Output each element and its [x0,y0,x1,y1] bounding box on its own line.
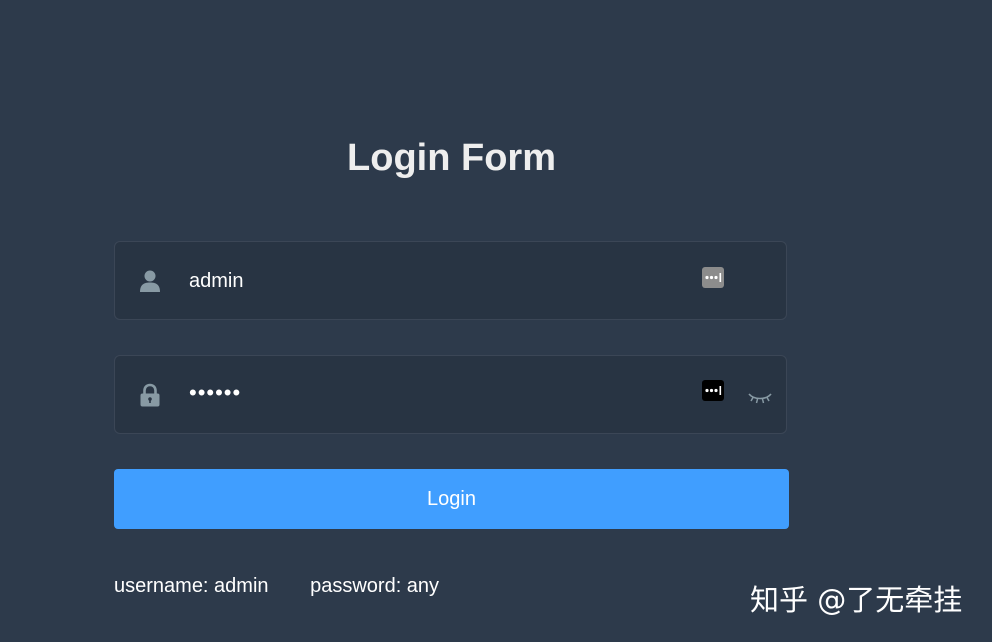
password-tip: password: any [310,575,440,597]
password-field[interactable]: •••••• [114,355,787,434]
password-manager-icon[interactable] [702,380,724,401]
username-tip: username: admin [114,575,269,597]
username-field[interactable] [114,241,787,320]
page-title: Login Form [347,137,556,179]
lock-icon [139,383,161,407]
password-input[interactable]: •••••• [189,380,689,406]
watermark: 知乎 @了无牵挂 [750,583,963,617]
login-button[interactable]: Login [114,469,789,529]
eye-closed-icon[interactable] [746,388,774,408]
username-input[interactable] [189,268,689,294]
password-manager-icon[interactable] [702,267,724,288]
login-tips: username: admin password: any [114,574,439,598]
user-icon [139,269,161,293]
